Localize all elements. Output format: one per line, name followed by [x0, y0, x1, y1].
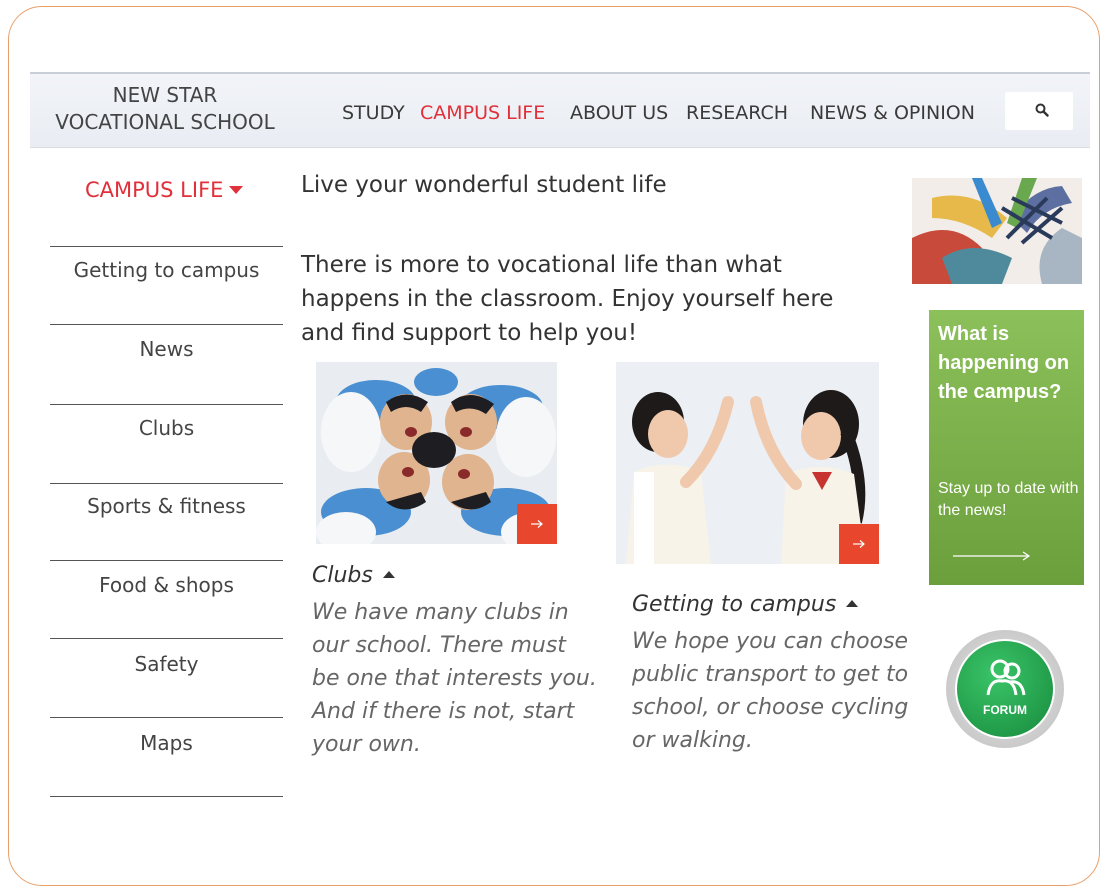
- sidebar-item-sports-fitness[interactable]: Sports & fitness: [50, 494, 283, 518]
- promo-subtitle: Stay up to date with the news!: [938, 480, 1079, 519]
- nav-research[interactable]: RESEARCH: [686, 102, 788, 124]
- clubs-card-text: We have many clubs in our school. There …: [312, 600, 597, 757]
- hands-image: [912, 178, 1082, 284]
- arrow-right-icon: [531, 520, 543, 528]
- arrow-right-icon: [853, 540, 865, 548]
- menu-divider: [50, 560, 283, 561]
- school-logo[interactable]: NEW STAR VOCATIONAL SCHOOL: [30, 82, 300, 136]
- caret-up-icon: [846, 600, 859, 607]
- sidebar-item-news[interactable]: News: [50, 337, 283, 361]
- menu-divider: [50, 717, 283, 718]
- sidebar-item-maps[interactable]: Maps: [50, 731, 283, 755]
- menu-divider: [50, 638, 283, 639]
- clubs-photo[interactable]: [316, 362, 557, 544]
- caret-up-icon: [382, 571, 395, 578]
- users-icon: [986, 659, 1026, 696]
- sidebar-item-food-shops[interactable]: Food & shops: [50, 573, 283, 597]
- getting-to-campus-card-title-label: Getting to campus: [632, 592, 837, 617]
- nav-study[interactable]: STUDY: [342, 102, 405, 124]
- sidebar-title[interactable]: CAMPUS LIFE: [85, 178, 244, 202]
- sidebar-item-clubs[interactable]: Clubs: [50, 416, 283, 440]
- menu-divider: [50, 483, 283, 484]
- menu-divider: [50, 796, 283, 797]
- clubs-go-button[interactable]: [517, 504, 557, 544]
- sidebar-item-getting-to-campus[interactable]: Getting to campus: [50, 258, 283, 282]
- promo-title: What is happening on the campus?: [938, 323, 1070, 403]
- search-button[interactable]: [1005, 92, 1073, 130]
- getting-to-campus-card-text: We hope you can choose public transport …: [632, 629, 909, 753]
- colorful-hands-image: [912, 178, 1082, 284]
- nav-campus-life[interactable]: CAMPUS LIFE: [420, 102, 545, 124]
- long-arrow-right-icon: [953, 551, 1031, 561]
- menu-divider: [50, 246, 283, 247]
- menu-divider: [50, 324, 283, 325]
- logo-line-2: VOCATIONAL SCHOOL: [55, 110, 275, 134]
- forum-label: FORUM: [983, 703, 1027, 717]
- logo-line-1: NEW STAR: [112, 83, 218, 107]
- getting-to-campus-go-button[interactable]: [839, 524, 879, 564]
- search-icon: [1035, 103, 1049, 117]
- clubs-card-title[interactable]: Clubs: [312, 563, 395, 588]
- caret-down-icon: [229, 186, 244, 194]
- nav-news-opinion[interactable]: NEWS & OPINION: [810, 102, 975, 124]
- campus-news-promo[interactable]: What is happening on the campus? Stay up…: [929, 310, 1084, 585]
- clubs-card-title-label: Clubs: [312, 563, 373, 588]
- page-headline: Live your wonderful student life: [301, 172, 667, 198]
- getting-to-campus-photo[interactable]: [616, 362, 879, 564]
- menu-divider: [50, 404, 283, 405]
- sidebar-item-safety[interactable]: Safety: [50, 652, 283, 676]
- sidebar-title-label: CAMPUS LIFE: [85, 178, 224, 202]
- intro-text: There is more to vocational life than wh…: [301, 252, 834, 346]
- nav-about-us[interactable]: ABOUT US: [570, 102, 668, 124]
- getting-to-campus-card-title[interactable]: Getting to campus: [632, 592, 859, 617]
- forum-button[interactable]: FORUM: [946, 630, 1064, 748]
- forum-badge: FORUM: [955, 639, 1055, 739]
